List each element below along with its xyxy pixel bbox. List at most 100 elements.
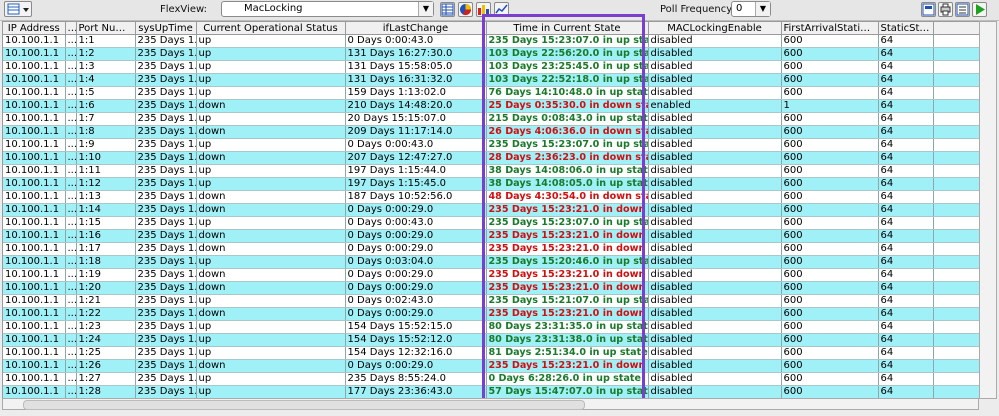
poll-frequency-select[interactable]: 0 ▼ — [731, 1, 771, 17]
column-header[interactable]: ifLastChange — [345, 22, 487, 35]
table-row[interactable]: 10.100.1.1...1:7235 Days 1...up20 Days 1… — [3, 112, 979, 126]
table-row[interactable]: 10.100.1.1...1:14235 Days 1...down0 Days… — [3, 203, 979, 217]
table-row[interactable]: 10.100.1.1...1:22235 Days 1...down0 Days… — [3, 307, 979, 321]
table-row[interactable]: 10.100.1.1...1:21235 Days 1...up0 Days 0… — [3, 294, 979, 308]
table-cell: 10.100.1.1 — [3, 216, 66, 230]
table-cell: 600 — [781, 255, 879, 269]
view-menu-button[interactable] — [4, 1, 32, 17]
table-cell: down — [196, 203, 346, 217]
pie-chart-icon[interactable] — [458, 2, 473, 17]
table-row[interactable]: 10.100.1.1...1:23235 Days 1...up154 Days… — [3, 320, 979, 334]
table-row[interactable]: 10.100.1.1...1:4235 Days 1...up131 Days … — [3, 73, 979, 87]
table-cell: ... — [65, 255, 77, 269]
table-cell: disabled — [648, 112, 782, 126]
table-cell: 10.100.1.1 — [3, 164, 66, 178]
table-cell: 235 Days 1... — [135, 151, 197, 165]
table-row[interactable]: 10.100.1.1...1:16235 Days 1...down0 Days… — [3, 229, 979, 243]
table-cell-extra — [933, 268, 979, 282]
table-cell: up — [196, 86, 346, 100]
table-cell: 235 Days 1... — [135, 385, 197, 398]
table-cell: ... — [65, 151, 77, 165]
line-chart-icon[interactable] — [494, 2, 509, 17]
horizontal-scrollbar[interactable] — [2, 398, 979, 410]
table-row[interactable]: 10.100.1.1...1:2235 Days 1...up131 Days … — [3, 47, 979, 61]
print-icon[interactable] — [938, 2, 953, 17]
table-cell: down — [196, 359, 346, 373]
table-row[interactable]: 10.100.1.1...1:15235 Days 1...up0 Days 0… — [3, 216, 979, 230]
table-cell: disabled — [648, 138, 782, 152]
table-row[interactable]: 10.100.1.1...1:24235 Days 1...up154 Days… — [3, 333, 979, 347]
settings-icon[interactable] — [955, 2, 970, 17]
table-row[interactable]: 10.100.1.1...1:28235 Days 1...up177 Days… — [3, 385, 979, 398]
table-cell: 0 Days 0:00:29.0 — [345, 268, 487, 282]
table-row[interactable]: 10.100.1.1...1:12235 Days 1...up197 Days… — [3, 177, 979, 191]
column-header[interactable]: Port Num...ß↓ — [76, 22, 136, 35]
table-cell: 187 Days 10:52:56.0 — [345, 190, 487, 204]
table-row[interactable]: 10.100.1.1...1:6235 Days 1...down210 Day… — [3, 99, 979, 113]
column-header[interactable]: IP Address — [3, 22, 66, 35]
table-cell: 64 — [878, 99, 934, 113]
table-cell: 600 — [781, 320, 879, 334]
scrollbar-thumb[interactable] — [23, 400, 585, 410]
table-cell-extra — [933, 359, 979, 373]
table-row[interactable]: 10.100.1.1...1:25235 Days 1...up154 Days… — [3, 346, 979, 360]
table-cell: 235 Days 1... — [135, 164, 197, 178]
column-header-extra — [933, 22, 979, 35]
table-row[interactable]: 10.100.1.1...1:5235 Days 1...up159 Days … — [3, 86, 979, 100]
table-row[interactable]: 10.100.1.1...1:19235 Days 1...down0 Days… — [3, 268, 979, 282]
table-cell: 64 — [878, 112, 934, 126]
table-cell-extra — [933, 372, 979, 386]
state-duration-cell: 28 Days 2:36:23.0 in down state — [486, 151, 649, 165]
table-cell: 0 Days 0:00:29.0 — [345, 242, 487, 256]
column-header[interactable]: StaticStatio... — [878, 22, 934, 35]
table-cell: 600 — [781, 47, 879, 61]
table-row[interactable]: 10.100.1.1...1:11235 Days 1...up197 Days… — [3, 164, 979, 178]
column-header[interactable]: MACLockingEnable — [648, 22, 782, 35]
column-header[interactable]: sysUpTime — [135, 22, 197, 35]
table-row[interactable]: 10.100.1.1...1:17235 Days 1...down0 Days… — [3, 242, 979, 256]
state-duration-cell: 80 Days 23:31:35.0 in up state — [486, 320, 649, 334]
table-row[interactable]: 10.100.1.1...1:10235 Days 1...down207 Da… — [3, 151, 979, 165]
table-cell: 1:16 — [76, 229, 136, 243]
table-cell: disabled — [648, 86, 782, 100]
table-icon[interactable] — [440, 2, 455, 17]
table-row[interactable]: 10.100.1.1...1:18235 Days 1...up0 Days 0… — [3, 255, 979, 269]
export-icon[interactable] — [921, 2, 936, 17]
table-cell: ... — [65, 359, 77, 373]
column-header[interactable]: FirstArrivalStationsAllocated — [781, 22, 879, 35]
vertical-scrollbar[interactable] — [979, 21, 997, 399]
table-cell: 1:4 — [76, 73, 136, 87]
table-cell: ... — [65, 177, 77, 191]
table-cell: ... — [65, 86, 77, 100]
table-row[interactable]: 10.100.1.1...1:9235 Days 1...up0 Days 0:… — [3, 138, 979, 152]
table-cell-extra — [933, 242, 979, 256]
state-duration-cell: 57 Days 15:47:07.0 in up state — [486, 385, 649, 398]
column-header[interactable]: ... — [65, 22, 77, 35]
chevron-down-icon[interactable]: ▼ — [418, 2, 433, 16]
play-icon[interactable] — [972, 2, 987, 17]
table-cell: 64 — [878, 385, 934, 398]
table-cell: 1:24 — [76, 333, 136, 347]
state-duration-cell: 235 Days 15:20:46.0 in up state — [486, 255, 649, 269]
flexview-select[interactable]: MacLocking ▼ — [221, 1, 434, 17]
poll-frequency-label: Poll Frequency: — [660, 4, 735, 15]
table-cell: 64 — [878, 281, 934, 295]
table-row[interactable]: 10.100.1.1...1:13235 Days 1...down187 Da… — [3, 190, 979, 204]
table-row[interactable]: 10.100.1.1...1:8235 Days 1...down209 Day… — [3, 125, 979, 139]
column-header[interactable]: Time in Current State — [486, 22, 649, 35]
bar-chart-icon[interactable] — [476, 2, 491, 17]
table-row[interactable]: 10.100.1.1...1:20235 Days 1...down0 Days… — [3, 281, 979, 295]
table-cell: 64 — [878, 307, 934, 321]
table-row[interactable]: 10.100.1.1...1:1235 Days 1...up0 Days 0:… — [3, 34, 979, 48]
chevron-down-icon[interactable]: ▼ — [755, 2, 770, 16]
table-cell: 64 — [878, 203, 934, 217]
column-header[interactable]: Current Operational Status — [196, 22, 346, 35]
poll-frequency-value: 0 — [736, 3, 743, 14]
table-row[interactable]: 10.100.1.1...1:3235 Days 1...up131 Days … — [3, 60, 979, 74]
table-cell: 1:2 — [76, 47, 136, 61]
table-row[interactable]: 10.100.1.1...1:27235 Days 1...up235 Days… — [3, 372, 979, 386]
table-cell: 235 Days 1... — [135, 73, 197, 87]
table-cell: 600 — [781, 203, 879, 217]
table-cell: 600 — [781, 86, 879, 100]
table-row[interactable]: 10.100.1.1...1:26235 Days 1...down0 Days… — [3, 359, 979, 373]
